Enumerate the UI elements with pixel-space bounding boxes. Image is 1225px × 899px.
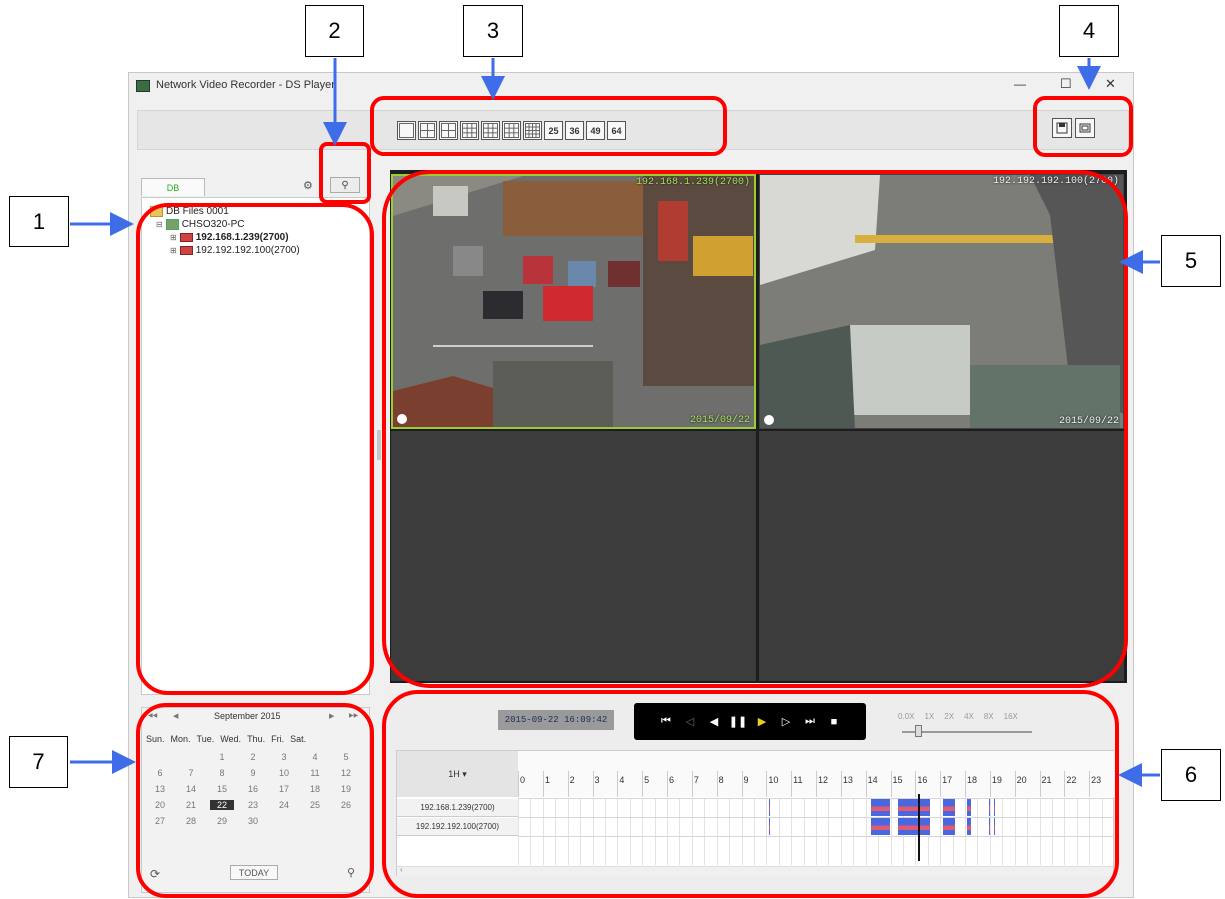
splitter-handle[interactable] xyxy=(377,430,381,460)
highlight-region-7 xyxy=(136,703,374,898)
callout-4: 4 xyxy=(1059,5,1119,57)
left-tab[interactable]: DB xyxy=(141,178,205,196)
highlight-region-3 xyxy=(370,96,727,156)
settings-icon[interactable]: ⚙ xyxy=(303,179,313,192)
callout-5: 5 xyxy=(1161,235,1221,287)
callout-7: 7 xyxy=(9,736,68,788)
callout-3: 3 xyxy=(463,5,523,57)
minimize-button[interactable]: — xyxy=(1014,77,1026,91)
highlight-region-6 xyxy=(382,690,1119,898)
left-tab-label: DB xyxy=(166,183,180,193)
maximize-button[interactable]: ☐ xyxy=(1060,76,1072,92)
window-title: Network Video Recorder - DS Player xyxy=(156,79,335,91)
highlight-region-4 xyxy=(1033,96,1133,157)
highlight-region-5 xyxy=(382,170,1128,688)
callout-2: 2 xyxy=(305,5,364,57)
highlight-region-2 xyxy=(319,142,371,204)
callout-1: 1 xyxy=(9,196,69,247)
highlight-region-1 xyxy=(136,203,374,695)
close-button[interactable]: ✕ xyxy=(1105,76,1116,92)
app-icon xyxy=(136,80,150,92)
callout-6: 6 xyxy=(1161,749,1221,801)
